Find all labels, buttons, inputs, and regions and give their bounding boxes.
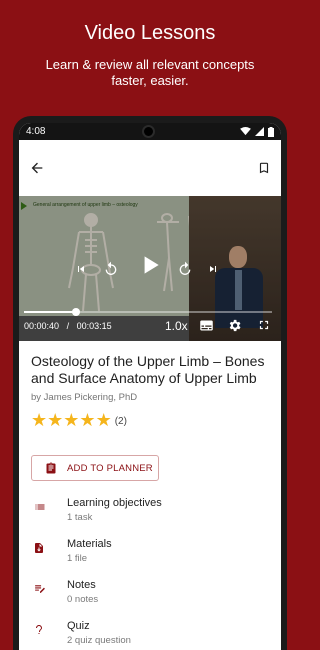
promo-title: Video Lessons bbox=[84, 22, 216, 44]
edit-notes-icon bbox=[35, 585, 45, 593]
bookmark-icon[interactable] bbox=[257, 160, 271, 176]
list-item-title: Quiz bbox=[67, 620, 90, 632]
back-arrow-icon[interactable] bbox=[29, 160, 45, 176]
wifi-icon bbox=[240, 127, 251, 136]
list-item-subtitle: 0 notes bbox=[67, 594, 99, 605]
rating-count: (2) bbox=[114, 415, 127, 427]
play-button[interactable] bbox=[137, 254, 163, 276]
lesson-title: Osteology of the Upper Limb – Bones and … bbox=[31, 353, 265, 386]
front-camera bbox=[142, 125, 155, 138]
rewind-10-icon bbox=[105, 261, 117, 275]
seek-progress bbox=[24, 311, 77, 313]
file-download-icon bbox=[35, 543, 43, 553]
fullscreen-icon[interactable] bbox=[257, 318, 271, 332]
play-icon bbox=[144, 256, 159, 274]
list-item-title: Materials bbox=[67, 538, 112, 550]
signal-icon bbox=[255, 127, 264, 136]
list-item-quiz[interactable]: Quiz 2 quiz question bbox=[31, 620, 269, 650]
seek-bar[interactable] bbox=[24, 308, 272, 316]
battery-icon bbox=[268, 126, 274, 137]
skip-next-button[interactable] bbox=[207, 258, 219, 280]
duration: 00:03:15 bbox=[76, 321, 112, 331]
subtitles-icon[interactable] bbox=[199, 318, 214, 333]
add-to-planner-label: ADD TO PLANNER bbox=[67, 462, 153, 474]
phone-frame: 4:08 General arrangement of upper limb –… bbox=[13, 116, 287, 650]
list-item-learning-objectives[interactable]: Learning objectives 1 task bbox=[31, 497, 269, 538]
forward-10-icon bbox=[179, 261, 191, 275]
list-icon bbox=[35, 504, 45, 510]
video-player[interactable]: General arrangement of upper limb – oste… bbox=[19, 196, 281, 341]
time-separator: / bbox=[66, 321, 70, 331]
star-icon: ★ bbox=[79, 410, 96, 431]
lesson-details: Osteology of the Upper Limb – Bones and … bbox=[19, 341, 281, 650]
list-item-title: Learning objectives bbox=[67, 497, 162, 509]
lesson-author: by James Pickering, PhD bbox=[31, 392, 138, 403]
settings-gear-icon[interactable] bbox=[227, 318, 242, 333]
playback-speed-button[interactable]: 1.0x bbox=[165, 319, 188, 333]
list-item-subtitle: 1 task bbox=[67, 512, 93, 523]
forward-10-button[interactable] bbox=[177, 258, 193, 280]
question-icon bbox=[36, 625, 42, 634]
star-icon: ★ bbox=[47, 410, 64, 431]
lesson-resources-list: Learning objectives 1 task Materials 1 f… bbox=[31, 497, 269, 650]
status-bar: 4:08 bbox=[19, 123, 281, 140]
app-bar bbox=[19, 140, 281, 196]
add-to-planner-button[interactable]: ADD TO PLANNER bbox=[31, 455, 159, 481]
star-icon: ★ bbox=[63, 410, 80, 431]
skip-next-icon bbox=[210, 266, 216, 272]
skip-previous-button[interactable] bbox=[75, 258, 87, 280]
time-display: 00:00:40 / 00:03:15 bbox=[24, 321, 112, 331]
list-item-title: Notes bbox=[67, 579, 96, 591]
list-item-subtitle: 1 file bbox=[67, 553, 88, 564]
status-time: 4:08 bbox=[26, 126, 46, 137]
app-screen: 4:08 General arrangement of upper limb –… bbox=[19, 123, 281, 650]
rating: ★ ★ ★ ★ ★ (2) bbox=[31, 412, 269, 430]
star-icon: ★ bbox=[31, 410, 48, 431]
promo-subtitle: Learn & review all relevant concepts fas… bbox=[45, 57, 255, 88]
rewind-10-button[interactable] bbox=[103, 258, 119, 280]
star-icon: ★ bbox=[95, 410, 112, 431]
skip-previous-icon bbox=[78, 266, 84, 272]
current-time: 00:00:40 bbox=[24, 321, 60, 331]
list-item-materials[interactable]: Materials 1 file bbox=[31, 538, 269, 579]
clipboard-icon bbox=[46, 462, 56, 474]
list-item-subtitle: 2 quiz question bbox=[67, 635, 131, 646]
list-item-notes[interactable]: Notes 0 notes bbox=[31, 579, 269, 620]
